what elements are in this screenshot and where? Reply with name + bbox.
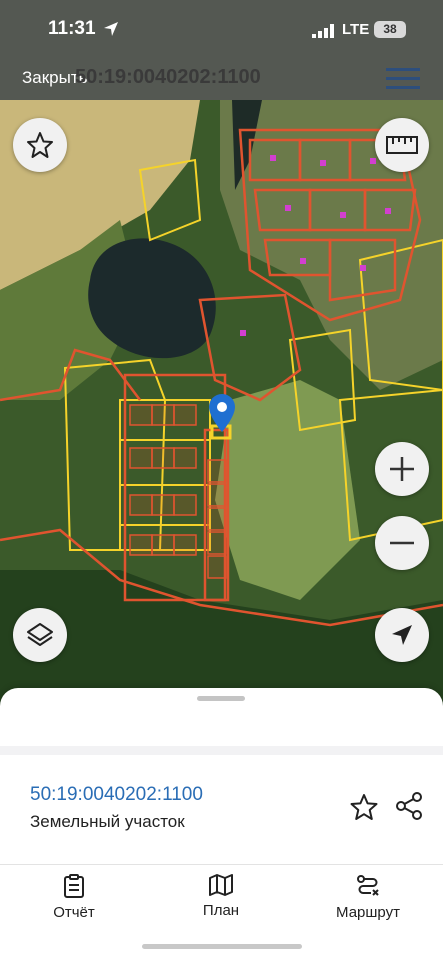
- ruler-button[interactable]: [375, 118, 429, 172]
- parcel-bottom-sheet: 50:19:0040202:1100 Земельный участок Отч…: [0, 688, 443, 960]
- status-time: 11:31: [48, 18, 96, 39]
- cadastral-number: 50:19:0040202:1100: [30, 784, 203, 805]
- sheet-drag-handle[interactable]: [197, 696, 245, 701]
- report-icon: [64, 874, 84, 898]
- report-button[interactable]: Отчёт: [19, 874, 129, 921]
- plus-icon: [390, 457, 414, 481]
- route-button[interactable]: Маршрут: [313, 874, 423, 921]
- page-title: 50:19:0040202:1100: [75, 66, 261, 88]
- zoom-in-button[interactable]: [375, 442, 429, 496]
- signal-icon: [312, 24, 334, 38]
- plan-button[interactable]: План: [166, 874, 276, 919]
- location-arrow-icon: [104, 22, 118, 36]
- layers-button[interactable]: [13, 608, 67, 662]
- top-bar: 11:31 LTE 38 Закрыть 50:19:0040202:1100: [0, 0, 443, 100]
- star-icon: [27, 132, 53, 158]
- map-icon: [209, 874, 233, 896]
- location-pin-icon: [209, 394, 235, 432]
- route-label: Маршрут: [336, 904, 400, 921]
- favorite-map-button[interactable]: [13, 118, 67, 172]
- minus-icon: [390, 541, 414, 545]
- layers-icon: [27, 623, 53, 646]
- actions-separator: [0, 864, 443, 865]
- zoom-out-button[interactable]: [375, 516, 429, 570]
- hamburger-menu-icon[interactable]: [386, 66, 420, 92]
- network-type: LTE: [342, 21, 370, 38]
- sheet-divider: [0, 746, 443, 755]
- share-icon[interactable]: [394, 791, 424, 821]
- route-icon: [357, 875, 379, 896]
- locate-me-button[interactable]: [375, 608, 429, 662]
- star-icon[interactable]: [349, 792, 379, 822]
- parcel-type: Земельный участок: [30, 812, 185, 831]
- ruler-icon: [386, 136, 418, 154]
- battery-indicator: 38: [374, 21, 406, 38]
- report-label: Отчёт: [53, 904, 95, 921]
- plan-label: План: [202, 902, 240, 919]
- navigation-arrow-icon: [392, 625, 412, 645]
- home-indicator: [142, 944, 302, 949]
